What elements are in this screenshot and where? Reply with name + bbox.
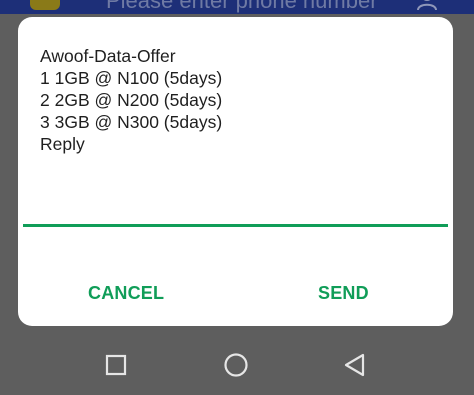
- message-line-option-2: 2 2GB @ N200 (5days): [40, 90, 223, 110]
- message-line-option-3: 3 3GB @ N300 (5days): [40, 112, 223, 132]
- phone-number-placeholder: Please enter phone number: [106, 0, 378, 13]
- message-line-option-1: 1 1GB @ N100 (5days): [40, 68, 223, 88]
- circle-icon: [224, 353, 248, 377]
- ussd-dialog: Awoof-Data-Offer 1 1GB @ N100 (5days) 2 …: [18, 17, 453, 326]
- cancel-button[interactable]: CANCEL: [88, 281, 164, 305]
- screen: Please enter phone number Awoof-Data-Off…: [0, 0, 474, 395]
- square-icon: [105, 354, 127, 376]
- recents-button[interactable]: [101, 350, 131, 380]
- app-header: Please enter phone number: [0, 0, 474, 14]
- back-button[interactable]: [340, 350, 370, 380]
- reply-input[interactable]: [23, 224, 448, 227]
- app-logo-icon: [30, 0, 60, 10]
- message-line-reply: Reply: [40, 134, 85, 154]
- navigation-bar: [0, 340, 474, 395]
- home-button[interactable]: [221, 350, 251, 380]
- message-line-title: Awoof-Data-Offer: [40, 46, 176, 66]
- triangle-back-icon: [344, 353, 365, 377]
- dialog-message: Awoof-Data-Offer 1 1GB @ N100 (5days) 2 …: [40, 45, 440, 155]
- send-button[interactable]: SEND: [318, 281, 369, 305]
- contact-icon: [417, 0, 437, 10]
